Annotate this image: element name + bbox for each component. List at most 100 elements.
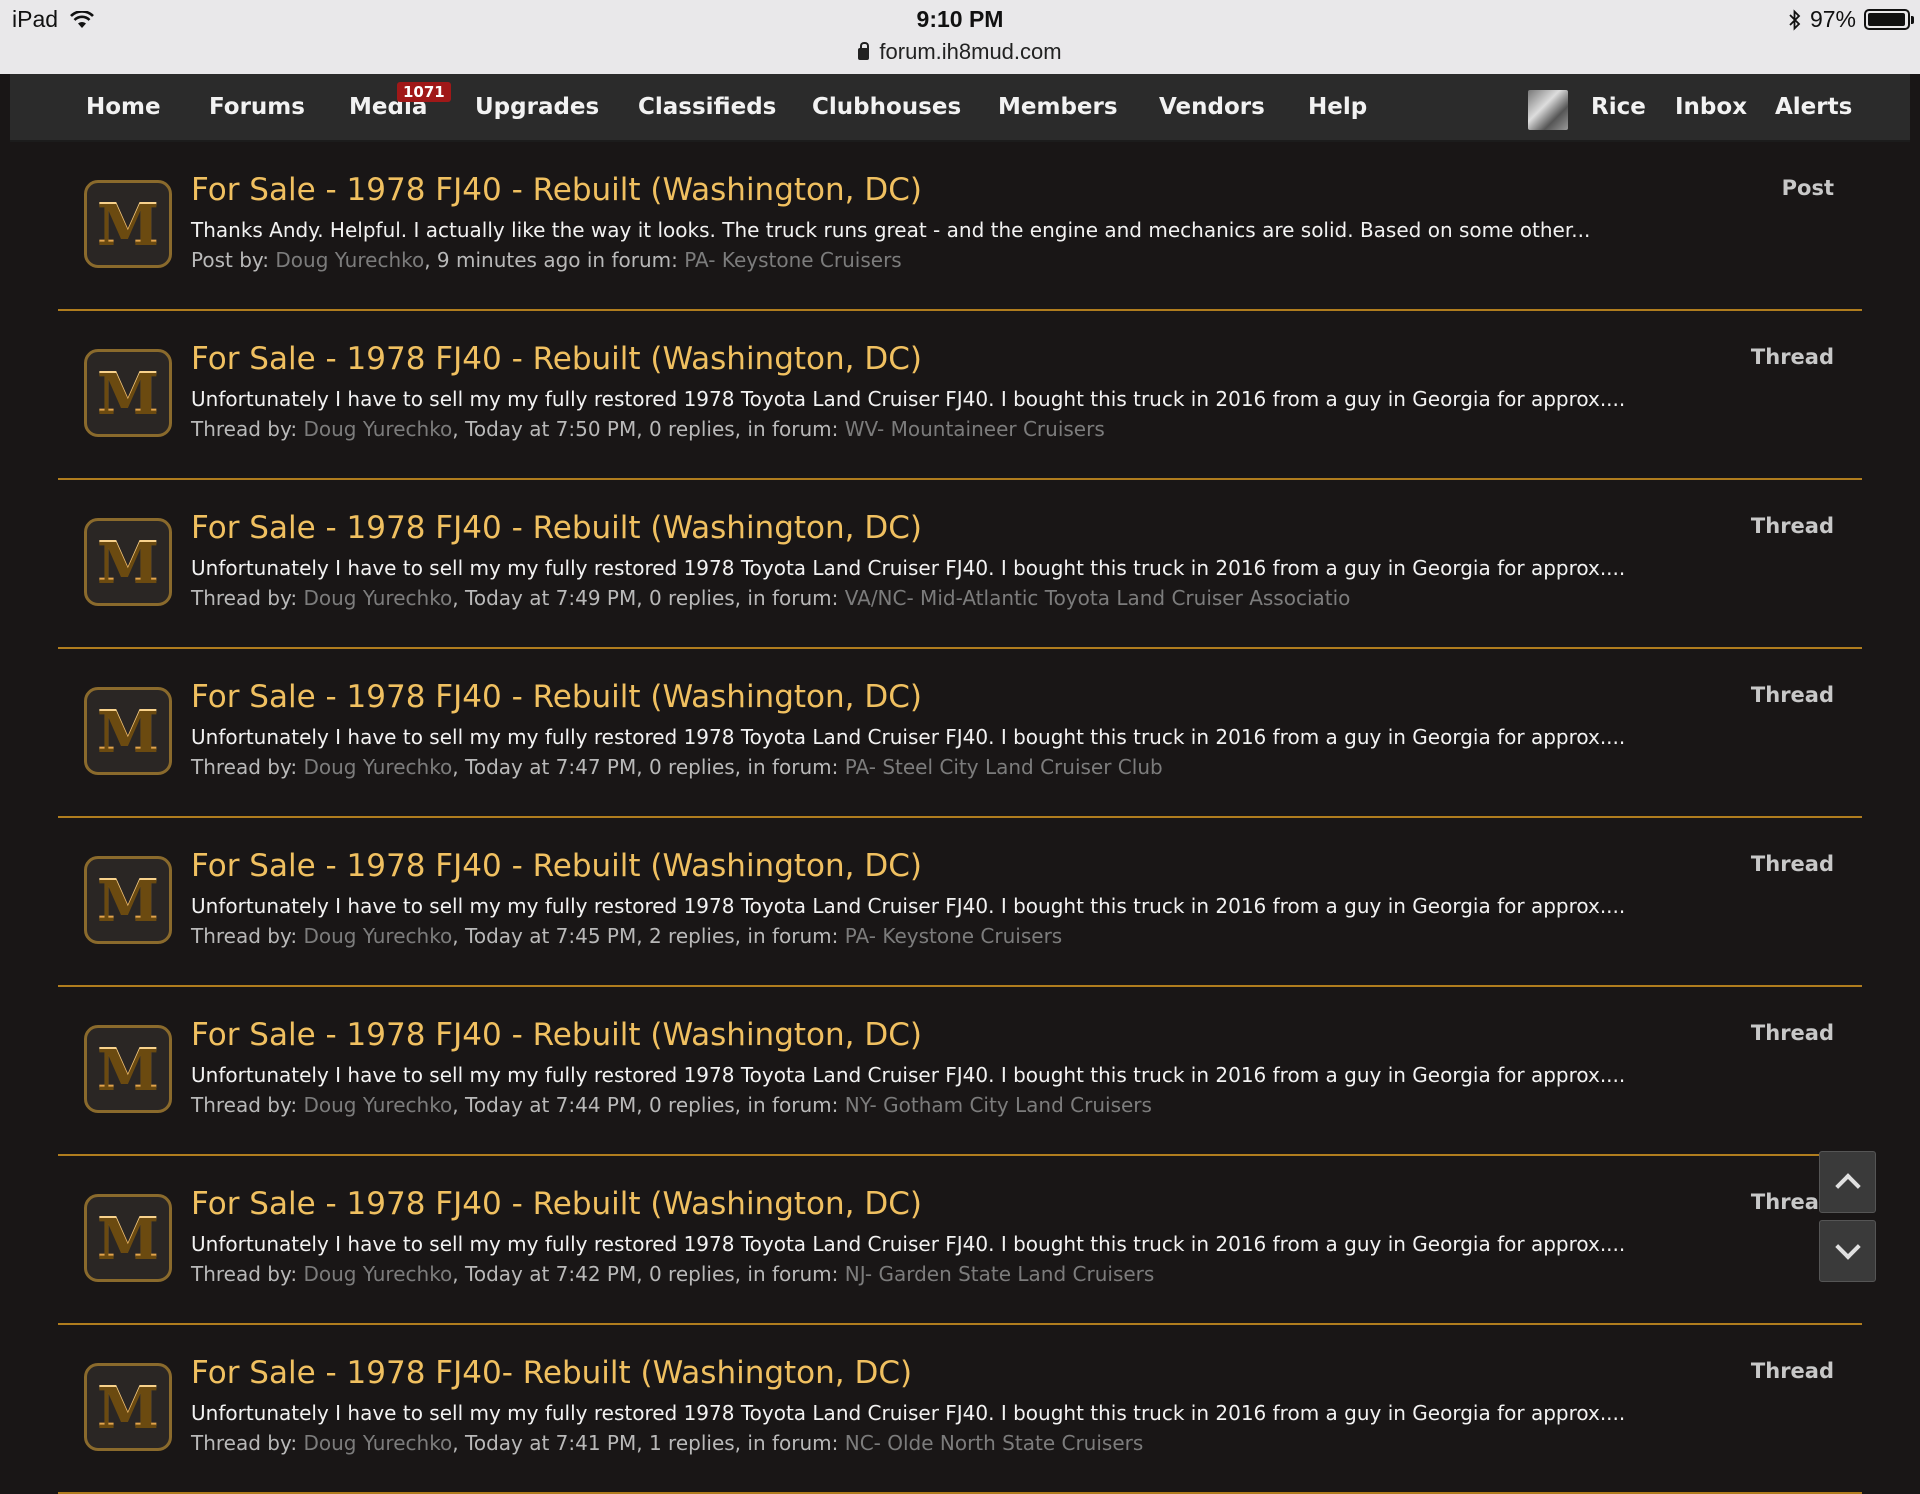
result-forum-link[interactable]: PA- Keystone Cruisers xyxy=(845,924,1062,948)
result-by-label: Thread by: xyxy=(191,1431,298,1455)
status-right: 97% xyxy=(1788,6,1914,33)
nav-help-label: Help xyxy=(1308,94,1368,120)
search-result-row: M For Sale - 1978 FJ40 - Rebuilt (Washin… xyxy=(58,1156,1862,1325)
nav-members-label: Members xyxy=(998,94,1118,120)
ih8mud-m-logo-icon[interactable]: M xyxy=(84,856,172,944)
address-bar[interactable]: forum.ih8mud.com xyxy=(0,39,1920,65)
status-time: 9:10 PM xyxy=(916,6,1004,32)
result-snippet: Unfortunately I have to sell my my fully… xyxy=(191,1401,1626,1425)
result-meta: Thread by: Doug Yurechko, Today at 7:44 … xyxy=(191,1093,1152,1117)
result-title-link[interactable]: For Sale - 1978 FJ40 - Rebuilt (Washingt… xyxy=(191,679,922,715)
result-by-label: Thread by: xyxy=(191,1262,298,1286)
result-snippet: Unfortunately I have to sell my my fully… xyxy=(191,1232,1626,1256)
ih8mud-m-logo-icon[interactable]: M xyxy=(84,1025,172,1113)
search-result-row: M For Sale - 1978 FJ40- Rebuilt (Washing… xyxy=(58,1325,1862,1494)
result-details: , Today at 7:50 PM, 0 replies, in forum: xyxy=(452,417,839,441)
result-details: , Today at 7:42 PM, 0 replies, in forum: xyxy=(452,1262,839,1286)
result-details: , Today at 7:47 PM, 0 replies, in forum: xyxy=(452,755,839,779)
nav-classifieds-label: Classifieds xyxy=(638,94,777,120)
nav-clubhouses[interactable]: Clubhouses xyxy=(812,94,961,120)
result-snippet: Unfortunately I have to sell my my fully… xyxy=(191,556,1626,580)
result-meta: Thread by: Doug Yurechko, Today at 7:49 … xyxy=(191,586,1350,610)
result-forum-link[interactable]: PA- Steel City Land Cruiser Club xyxy=(845,755,1163,779)
result-author-link[interactable]: Doug Yurechko xyxy=(303,755,452,779)
chevron-down-icon xyxy=(1834,1234,1861,1260)
result-forum-link[interactable]: VA/NC- Mid-Atlantic Toyota Land Cruiser … xyxy=(845,586,1351,610)
ios-status-bar: iPad 9:10 PM forum.ih8mud.com 97% xyxy=(0,0,1920,74)
result-title-link[interactable]: For Sale - 1978 FJ40 - Rebuilt (Washingt… xyxy=(191,1017,922,1053)
result-by-label: Thread by: xyxy=(191,417,298,441)
result-meta: Post by: Doug Yurechko, 9 minutes ago in… xyxy=(191,248,902,272)
result-title-link[interactable]: For Sale - 1978 FJ40- Rebuilt (Washingto… xyxy=(191,1355,912,1391)
nav-members[interactable]: Members xyxy=(998,94,1118,120)
ih8mud-m-logo-icon[interactable]: M xyxy=(84,687,172,775)
result-by-label: Thread by: xyxy=(191,1093,298,1117)
result-forum-link[interactable]: NC- Olde North State Cruisers xyxy=(845,1431,1144,1455)
result-title-link[interactable]: For Sale - 1978 FJ40 - Rebuilt (Washingt… xyxy=(191,1186,922,1222)
scroll-top-button[interactable] xyxy=(1819,1151,1876,1213)
result-forum-link[interactable]: WV- Mountaineer Cruisers xyxy=(845,417,1105,441)
battery-icon xyxy=(1864,9,1914,30)
result-forum-link[interactable]: NJ- Garden State Land Cruisers xyxy=(845,1262,1155,1286)
result-by-label: Thread by: xyxy=(191,755,298,779)
result-forum-link[interactable]: NY- Gotham City Land Cruisers xyxy=(845,1093,1152,1117)
result-meta: Thread by: Doug Yurechko, Today at 7:45 … xyxy=(191,924,1062,948)
result-author-link[interactable]: Doug Yurechko xyxy=(303,417,452,441)
result-snippet: Unfortunately I have to sell my my fully… xyxy=(191,387,1626,411)
nav-media[interactable]: Media 1071 xyxy=(349,82,451,120)
nav-classifieds[interactable]: Classifieds xyxy=(638,94,776,120)
battery-percent: 97% xyxy=(1809,6,1856,32)
chevron-up-icon xyxy=(1834,1173,1861,1199)
result-title-link[interactable]: For Sale - 1978 FJ40 - Rebuilt (Washingt… xyxy=(191,341,922,377)
user-avatar[interactable] xyxy=(1528,90,1568,130)
nav-vendors[interactable]: Vendors xyxy=(1159,94,1265,120)
result-type-label: Thread xyxy=(1750,683,1834,707)
result-author-link[interactable]: Doug Yurechko xyxy=(303,1093,452,1117)
nav-forums-label: Forums xyxy=(209,94,305,120)
scroll-bottom-button[interactable] xyxy=(1819,1220,1876,1282)
ih8mud-m-logo-icon[interactable]: M xyxy=(84,180,172,268)
result-meta: Thread by: Doug Yurechko, Today at 7:50 … xyxy=(191,417,1105,441)
ih8mud-m-logo-icon[interactable]: M xyxy=(84,518,172,606)
result-author-link[interactable]: Doug Yurechko xyxy=(303,1431,452,1455)
result-details: , Today at 7:49 PM, 0 replies, in forum: xyxy=(452,586,839,610)
result-meta: Thread by: Doug Yurechko, Today at 7:47 … xyxy=(191,755,1163,779)
result-title-link[interactable]: For Sale - 1978 FJ40 - Rebuilt (Washingt… xyxy=(191,848,922,884)
search-result-row: M For Sale - 1978 FJ40 - Rebuilt (Washin… xyxy=(58,142,1862,311)
result-type-label: Thread xyxy=(1750,852,1834,876)
result-snippet: Thanks Andy. Helpful. I actually like th… xyxy=(191,218,1591,242)
result-type-label: Thread xyxy=(1750,514,1834,538)
nav-forums[interactable]: Forums xyxy=(209,94,305,120)
result-author-link[interactable]: Doug Yurechko xyxy=(303,924,452,948)
url-text: forum.ih8mud.com xyxy=(879,39,1062,64)
result-meta: Thread by: Doug Yurechko, Today at 7:42 … xyxy=(191,1262,1154,1286)
result-author-link[interactable]: Doug Yurechko xyxy=(303,586,452,610)
result-meta: Thread by: Doug Yurechko, Today at 7:41 … xyxy=(191,1431,1143,1455)
result-by-label: Thread by: xyxy=(191,924,298,948)
search-result-row: M For Sale - 1978 FJ40 - Rebuilt (Washin… xyxy=(58,818,1862,987)
ih8mud-m-logo-icon[interactable]: M xyxy=(84,349,172,437)
result-snippet: Unfortunately I have to sell my my fully… xyxy=(191,725,1626,749)
search-results-list: M For Sale - 1978 FJ40 - Rebuilt (Washin… xyxy=(58,142,1862,1494)
nav-inbox[interactable]: Inbox xyxy=(1675,94,1747,120)
ih8mud-m-logo-icon[interactable]: M xyxy=(84,1194,172,1282)
nav-inbox-label: Inbox xyxy=(1675,94,1748,120)
result-author-link[interactable]: Doug Yurechko xyxy=(303,1262,452,1286)
search-result-row: M For Sale - 1978 FJ40 - Rebuilt (Washin… xyxy=(58,649,1862,818)
result-details: , Today at 7:44 PM, 0 replies, in forum: xyxy=(452,1093,839,1117)
ih8mud-m-logo-icon[interactable]: M xyxy=(84,1363,172,1451)
nav-alerts[interactable]: Alerts xyxy=(1775,94,1852,120)
result-author-link[interactable]: Doug Yurechko xyxy=(275,248,424,272)
result-title-link[interactable]: For Sale - 1978 FJ40 - Rebuilt (Washingt… xyxy=(191,510,922,546)
nav-help[interactable]: Help xyxy=(1308,94,1367,120)
nav-user[interactable]: Rice xyxy=(1591,94,1646,120)
result-forum-link[interactable]: PA- Keystone Cruisers xyxy=(684,248,901,272)
result-title-link[interactable]: For Sale - 1978 FJ40 - Rebuilt (Washingt… xyxy=(191,172,922,208)
lock-icon xyxy=(858,42,870,60)
result-by-label: Thread by: xyxy=(191,586,298,610)
search-result-row: M For Sale - 1978 FJ40 - Rebuilt (Washin… xyxy=(58,311,1862,480)
result-snippet: Unfortunately I have to sell my my fully… xyxy=(191,1063,1626,1087)
nav-clubhouses-label: Clubhouses xyxy=(812,94,962,120)
nav-upgrades[interactable]: Upgrades xyxy=(475,94,599,120)
nav-home[interactable]: Home xyxy=(86,94,161,120)
